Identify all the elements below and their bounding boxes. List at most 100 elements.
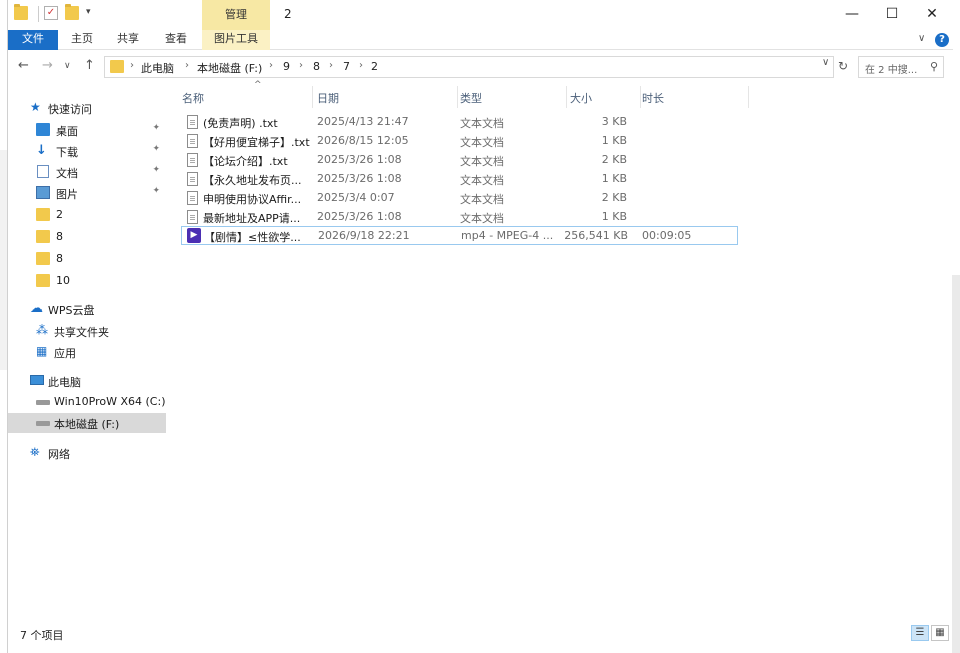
file-row[interactable]: 【论坛介绍】.txt 2025/3/26 1:08 文本文档 2 KB — [181, 151, 738, 170]
pin-icon[interactable]: ✦ — [152, 144, 160, 154]
column-divider[interactable] — [640, 86, 641, 108]
customize-toolbar-icon[interactable]: ▾ — [86, 7, 91, 17]
new-folder-icon[interactable] — [65, 4, 79, 20]
nav-label: 下载 — [56, 146, 78, 159]
column-divider[interactable] — [566, 86, 567, 108]
nav-item-pictures[interactable]: 图片 ✦ — [8, 183, 166, 203]
nav-shared-folder[interactable]: ⁂ 共享文件夹 — [8, 321, 166, 341]
back-button[interactable]: ← — [18, 58, 29, 73]
pin-icon[interactable]: ✦ — [152, 123, 160, 133]
pin-icon[interactable]: ✦ — [152, 165, 160, 175]
breadcrumb-drive-f[interactable]: 本地磁盘 (F:) — [197, 60, 262, 76]
details-view-icon[interactable]: ☰ — [911, 625, 929, 641]
file-row-selected[interactable]: ▶ 【剧情】≤性欲学... 2026/9/18 22:21 mp4 - MPEG… — [181, 226, 738, 245]
close-button[interactable]: ✕ — [912, 3, 952, 25]
search-icon[interactable]: ⚲ — [930, 60, 938, 73]
file-size: 2 KB — [601, 191, 627, 204]
refresh-icon[interactable]: ↻ — [838, 59, 848, 73]
recent-locations-icon[interactable]: ∨ — [64, 61, 71, 71]
text-file-icon — [187, 191, 198, 205]
column-header-size[interactable]: 大小 — [570, 86, 640, 108]
breadcrumb-8[interactable]: 8 — [313, 60, 320, 73]
nav-drive-f[interactable]: 本地磁盘 (F:) — [8, 413, 166, 433]
breadcrumb-this-pc[interactable]: 此电脑 — [141, 60, 174, 76]
breadcrumb-9[interactable]: 9 — [283, 60, 290, 73]
column-divider[interactable] — [312, 86, 313, 108]
help-icon[interactable]: ? — [935, 33, 949, 47]
apps-icon: ▦ — [36, 344, 48, 358]
nav-item-folder-8b[interactable]: 8 — [8, 249, 166, 269]
tab-manage[interactable]: 管理 — [202, 0, 270, 30]
column-divider[interactable] — [748, 86, 749, 108]
title-bar: ✓ ▾ 管理 2 — ☐ ✕ — [8, 0, 953, 30]
nav-label: 文档 — [56, 167, 78, 180]
minimize-button[interactable]: — — [832, 3, 872, 25]
nav-label: 快速访问 — [48, 103, 92, 116]
nav-item-desktop[interactable]: 桌面 ✦ — [8, 120, 166, 140]
breadcrumb-separator[interactable]: › — [269, 60, 273, 71]
forward-button[interactable]: → — [42, 58, 53, 73]
properties-icon[interactable]: ✓ — [44, 6, 58, 20]
breadcrumb-separator[interactable]: › — [185, 60, 189, 71]
cloud-icon: ☁ — [30, 301, 43, 316]
column-header-date[interactable]: 日期 — [317, 86, 457, 108]
address-dropdown-icon[interactable]: ∨ — [822, 57, 829, 68]
breadcrumb-separator[interactable]: › — [130, 60, 134, 71]
nav-apps[interactable]: ▦ 应用 — [8, 342, 166, 362]
tab-picture-tools[interactable]: 图片工具 — [202, 30, 270, 50]
tab-view[interactable]: 查看 — [158, 30, 194, 50]
breadcrumb-separator[interactable]: › — [359, 60, 363, 71]
nav-drive-c[interactable]: Win10ProW X64 (C:) — [8, 392, 166, 412]
desktop-icon — [36, 123, 50, 136]
file-row[interactable]: (免责声明) .txt 2025/4/13 21:47 文本文档 3 KB — [181, 113, 738, 132]
nav-item-downloads[interactable]: ↓ 下载 ✦ — [8, 141, 166, 161]
nav-item-folder-10[interactable]: 10 — [8, 271, 166, 291]
column-divider[interactable] — [457, 86, 458, 108]
maximize-button[interactable]: ☐ — [872, 3, 912, 25]
file-type: 文本文档 — [460, 117, 504, 130]
nav-item-documents[interactable]: 文档 ✦ — [8, 162, 166, 182]
folder-icon — [14, 4, 28, 20]
download-icon: ↓ — [36, 143, 47, 158]
tab-share[interactable]: 共享 — [110, 30, 146, 50]
file-size: 256,541 KB — [564, 229, 628, 242]
breadcrumb-2[interactable]: 2 — [371, 60, 378, 73]
file-duration: 00:09:05 — [642, 229, 692, 242]
tab-home[interactable]: 主页 — [64, 30, 100, 50]
nav-quick-access[interactable]: ★ 快速访问 — [8, 98, 166, 118]
nav-item-folder-2[interactable]: 2 — [8, 205, 166, 225]
file-type: 文本文档 — [460, 212, 504, 225]
address-bar[interactable]: › 此电脑 › 本地磁盘 (F:) › 9 › 8 › 7 › 2 — [104, 56, 834, 78]
column-header-duration[interactable]: 时长 — [642, 86, 742, 108]
up-button[interactable]: ↑ — [84, 58, 95, 73]
column-header-type[interactable]: 类型 — [460, 86, 566, 108]
column-header-name[interactable]: 名称 ^ — [182, 80, 314, 108]
expand-ribbon-icon[interactable]: ∨ — [918, 33, 925, 44]
file-name: 最新地址及APP请... — [203, 212, 301, 225]
file-row[interactable]: 申明使用协议Affir... 2025/3/4 0:07 文本文档 2 KB — [181, 189, 738, 208]
search-input[interactable]: 在 2 中搜... ⚲ — [858, 56, 944, 78]
nav-label: 本地磁盘 (F:) — [54, 418, 120, 431]
folder-icon — [36, 208, 50, 221]
nav-this-pc[interactable]: 此电脑 — [8, 371, 166, 391]
network-icon: ⛯ — [30, 445, 40, 459]
computer-icon — [30, 375, 44, 385]
nav-item-folder-8[interactable]: 8 — [8, 227, 166, 247]
file-row[interactable]: 最新地址及APP请... 2025/3/26 1:08 文本文档 1 KB — [181, 208, 738, 227]
breadcrumb-7[interactable]: 7 — [343, 60, 350, 73]
nav-label: 8 — [56, 230, 63, 243]
breadcrumb-separator[interactable]: › — [299, 60, 303, 71]
nav-network[interactable]: ⛯ 网络 — [8, 443, 166, 463]
nav-label: 应用 — [54, 347, 76, 360]
file-type: 文本文档 — [460, 193, 504, 206]
breadcrumb-separator[interactable]: › — [329, 60, 333, 71]
document-icon — [37, 165, 49, 178]
file-row[interactable]: 【永久地址发布页... 2025/3/26 1:08 文本文档 1 KB — [181, 170, 738, 189]
nav-label: 共享文件夹 — [54, 326, 109, 339]
file-row[interactable]: 【好用便宜梯子】.txt 2026/8/15 12:05 文本文档 1 KB — [181, 132, 738, 151]
folder-icon — [36, 274, 50, 287]
large-icons-view-icon[interactable]: ▦ — [931, 625, 949, 641]
tab-file[interactable]: 文件 — [8, 30, 58, 50]
pin-icon[interactable]: ✦ — [152, 186, 160, 196]
nav-wps-cloud[interactable]: ☁ WPS云盘 — [8, 299, 166, 319]
